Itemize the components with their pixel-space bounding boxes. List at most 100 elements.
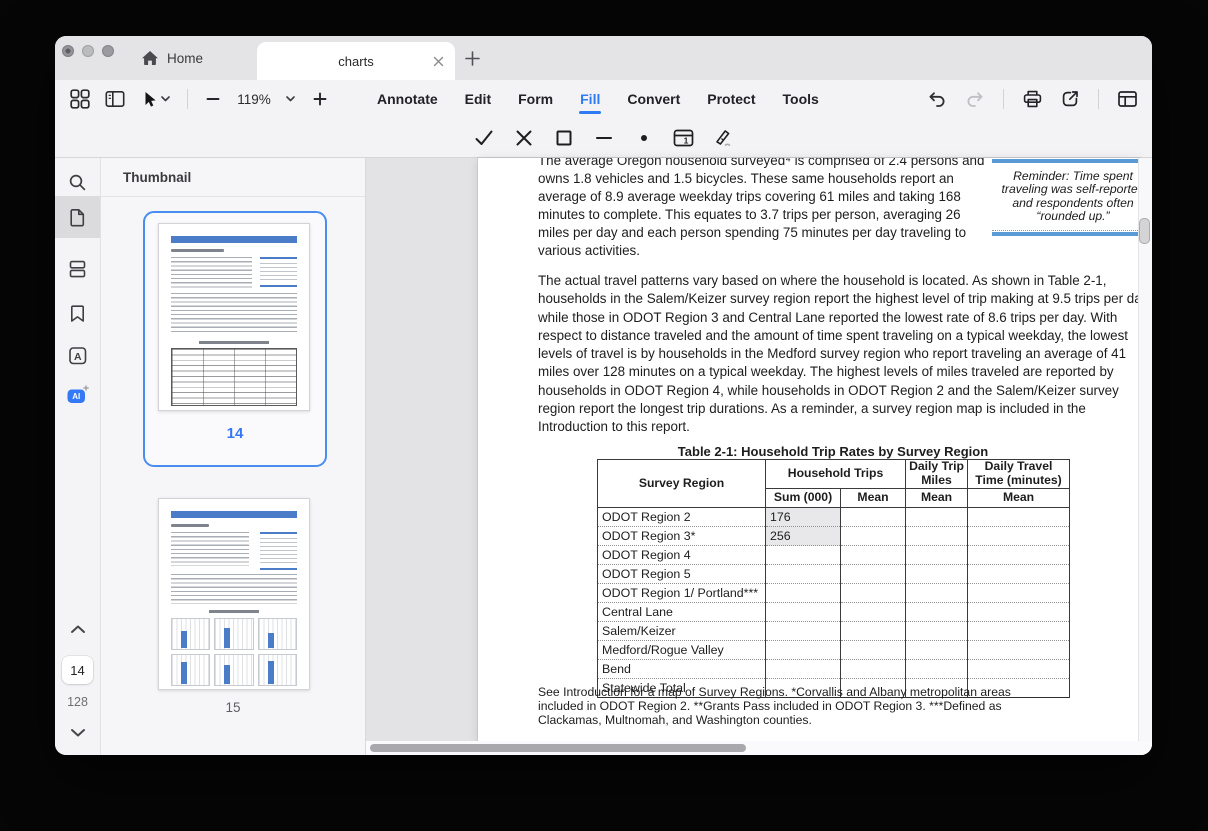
form-field-time[interactable] <box>968 508 1070 527</box>
menu-fill[interactable]: Fill <box>580 80 600 118</box>
chevron-down-icon <box>286 96 295 102</box>
form-field-miles[interactable] <box>906 584 968 603</box>
form-field-sum[interactable]: 256 <box>766 527 841 546</box>
text-line: The average Oregon household surveyed⁴ i… <box>538 158 984 170</box>
form-field-mean[interactable] <box>841 622 906 641</box>
zoom-window-button[interactable] <box>102 45 114 57</box>
minimize-window-button[interactable] <box>82 45 94 57</box>
form-field-sum[interactable] <box>766 660 841 679</box>
form-field-sum[interactable] <box>766 603 841 622</box>
fill-tool-dash-button[interactable] <box>590 124 617 151</box>
region-cell: ODOT Region 4 <box>598 546 766 565</box>
print-button[interactable] <box>1019 86 1045 112</box>
paragraph-1: The average Oregon household surveyed⁴ i… <box>538 158 984 260</box>
thumbnails-panel-button[interactable] <box>55 196 100 238</box>
form-field-mean[interactable] <box>841 584 906 603</box>
form-field-sum[interactable] <box>766 546 841 565</box>
vertical-scrollbar-track[interactable] <box>1138 158 1152 741</box>
form-field-sum[interactable] <box>766 641 841 660</box>
form-field-sum[interactable] <box>766 622 841 641</box>
form-field-mean[interactable] <box>841 603 906 622</box>
form-field-time[interactable] <box>968 546 1070 565</box>
fill-tool-cross-button[interactable] <box>510 124 537 151</box>
document-tab[interactable]: charts <box>257 42 455 80</box>
subheader-mean-time: Mean <box>968 489 1070 508</box>
menu-annotate[interactable]: Annotate <box>377 80 438 118</box>
form-field-time[interactable] <box>968 565 1070 584</box>
table-row: ODOT Region 4 <box>598 546 1070 565</box>
horizontal-scrollbar-track[interactable] <box>366 741 1152 755</box>
annotations-panel-button[interactable]: A <box>55 335 100 377</box>
region-cell: ODOT Region 5 <box>598 565 766 584</box>
outline-panel-button[interactable] <box>55 248 100 290</box>
zoom-in-button[interactable] <box>307 86 333 112</box>
menu-convert[interactable]: Convert <box>627 80 680 118</box>
next-page-button[interactable] <box>55 714 100 750</box>
form-field-miles[interactable] <box>906 622 968 641</box>
bookmarks-panel-button[interactable] <box>55 292 100 334</box>
close-icon <box>433 56 444 67</box>
menu-protect[interactable]: Protect <box>707 80 755 118</box>
previous-page-button[interactable] <box>55 611 100 647</box>
export-button[interactable] <box>1057 86 1083 112</box>
tab-close-button[interactable] <box>431 54 445 68</box>
form-field-miles[interactable] <box>906 660 968 679</box>
vertical-scrollbar-thumb[interactable] <box>1139 218 1150 244</box>
zoom-level[interactable]: 119% <box>235 92 273 107</box>
form-field-miles[interactable] <box>906 508 968 527</box>
form-field-time[interactable] <box>968 603 1070 622</box>
menu-tools[interactable]: Tools <box>783 80 819 118</box>
form-field-time[interactable] <box>968 641 1070 660</box>
document-canvas: The average Oregon household surveyed⁴ i… <box>366 158 1152 755</box>
menu-edit[interactable]: Edit <box>465 80 491 118</box>
form-field-time[interactable] <box>968 660 1070 679</box>
form-field-mean[interactable] <box>841 641 906 660</box>
redo-button[interactable] <box>962 86 988 112</box>
svg-text:AI: AI <box>72 392 80 401</box>
form-field-sum[interactable] <box>766 584 841 603</box>
decor-text <box>171 293 297 335</box>
form-field-mean[interactable] <box>841 660 906 679</box>
new-tab-button[interactable] <box>461 47 483 69</box>
horizontal-scrollbar-thumb[interactable] <box>370 744 746 752</box>
dot-icon <box>633 127 655 149</box>
thumbnail-page-15[interactable]: 15 <box>143 488 323 728</box>
close-window-button[interactable] <box>62 45 74 57</box>
form-field-mean[interactable] <box>841 546 906 565</box>
text-line: Introduction to this report. <box>538 418 1140 436</box>
fill-tool-dot-button[interactable] <box>630 124 657 151</box>
form-field-miles[interactable] <box>906 565 968 584</box>
form-field-time[interactable] <box>968 584 1070 603</box>
undo-button[interactable] <box>924 86 950 112</box>
thumbnail-page-14[interactable]: 14 <box>143 211 327 467</box>
form-field-sum[interactable] <box>766 565 841 584</box>
text-line: See Introduction for a map of Survey Reg… <box>538 685 1011 699</box>
pointer-tool-button[interactable] <box>137 86 175 112</box>
view-options-button[interactable] <box>1114 86 1140 112</box>
menu-form[interactable]: Form <box>518 80 553 118</box>
form-field-mean[interactable] <box>841 527 906 546</box>
fill-tool-checkmark-button[interactable] <box>470 124 497 151</box>
text-line: Clackamas, Multnomah, and Washington cou… <box>538 713 1011 727</box>
page-number-input[interactable]: 14 <box>62 656 93 684</box>
zoom-dropdown-button[interactable] <box>282 86 298 112</box>
form-field-mean[interactable] <box>841 508 906 527</box>
annotation-a-icon: A <box>67 345 89 367</box>
form-field-miles[interactable] <box>906 603 968 622</box>
signature-pen-icon <box>712 127 735 149</box>
form-field-time[interactable] <box>968 527 1070 546</box>
zoom-out-button[interactable] <box>200 86 226 112</box>
form-field-miles[interactable] <box>906 527 968 546</box>
form-field-mean[interactable] <box>841 565 906 584</box>
form-field-sum[interactable]: 176 <box>766 508 841 527</box>
form-field-miles[interactable] <box>906 546 968 565</box>
form-field-time[interactable] <box>968 622 1070 641</box>
ai-assistant-button[interactable]: AI <box>55 374 100 416</box>
fill-tool-signature-button[interactable] <box>710 124 737 151</box>
fill-tool-date-stamp-button[interactable]: 1 <box>670 124 697 151</box>
grid-view-button[interactable] <box>67 86 93 112</box>
fill-tool-rectangle-button[interactable] <box>550 124 577 151</box>
home-tab[interactable]: Home <box>141 36 203 80</box>
sidebar-toggle-button[interactable] <box>102 86 128 112</box>
form-field-miles[interactable] <box>906 641 968 660</box>
